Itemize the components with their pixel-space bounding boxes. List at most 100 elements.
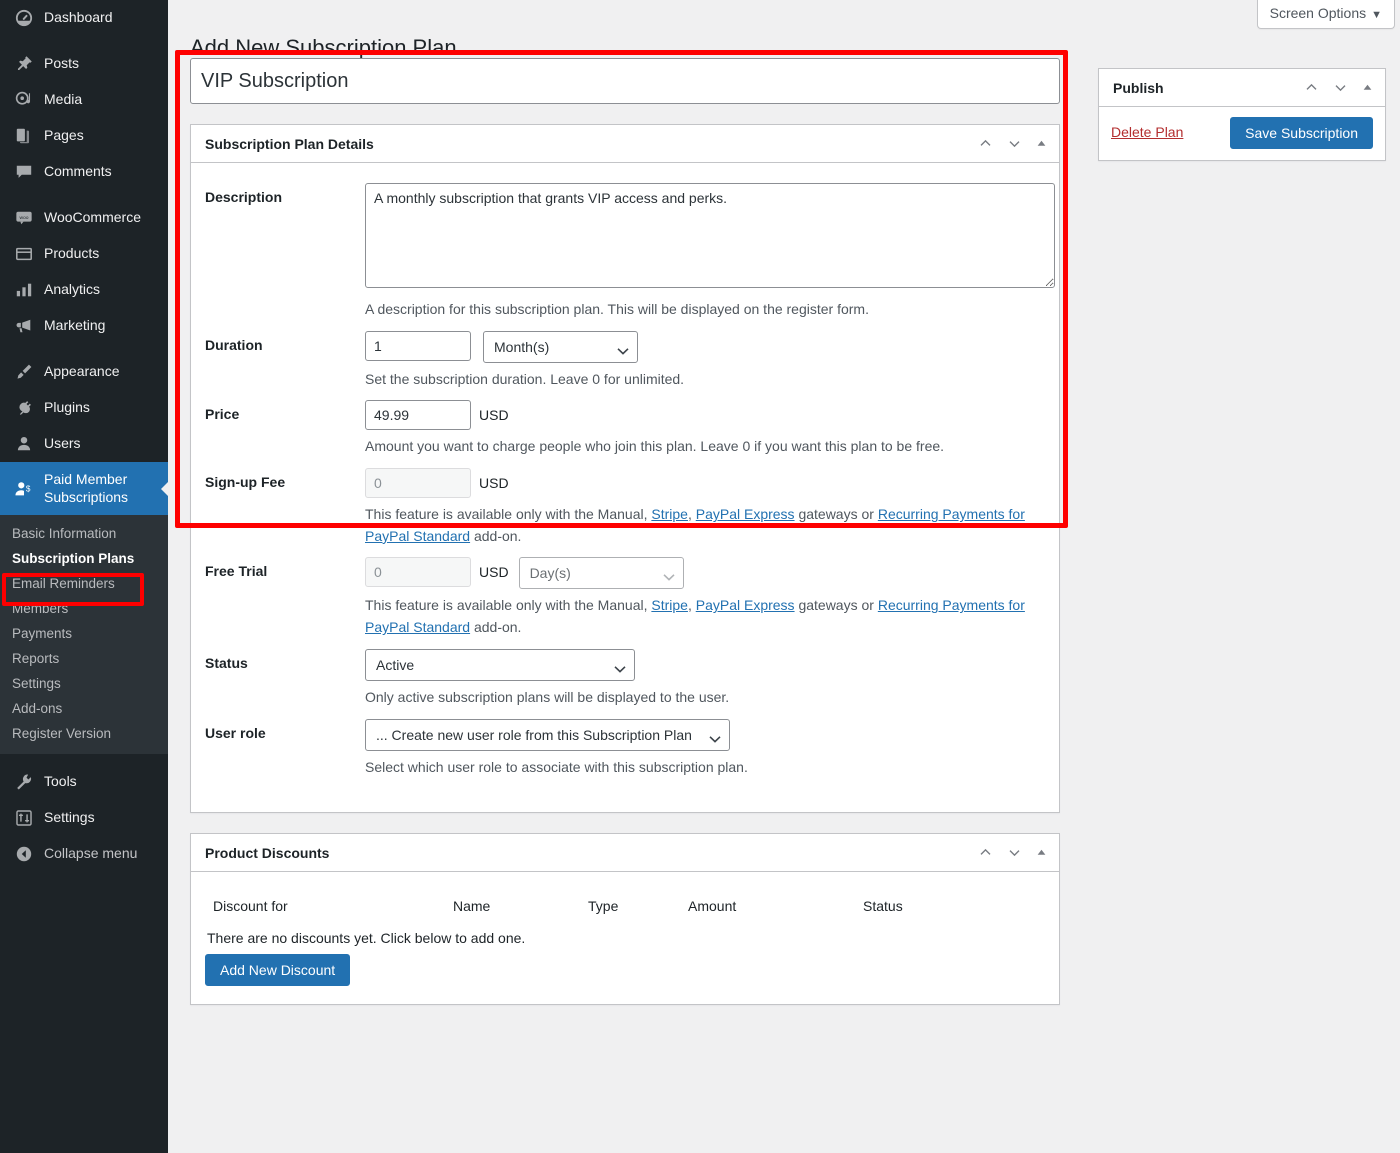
save-subscription-button[interactable]: Save Subscription: [1230, 117, 1373, 149]
status-select-wrap: ActiveInactive: [365, 648, 635, 681]
sidebar-item-products[interactable]: Products: [0, 236, 168, 272]
svg-text:$: $: [26, 484, 31, 493]
duration-label: Duration: [205, 336, 263, 353]
col-type: Type: [588, 898, 619, 915]
sidebar-item-settings[interactable]: Settings: [0, 800, 168, 836]
move-up-icon[interactable]: [978, 845, 993, 860]
move-down-icon[interactable]: [1333, 80, 1348, 95]
sidebar-item-label: Marketing: [44, 317, 106, 334]
sidebar-item-label: Pages: [44, 127, 84, 144]
sidebar-item-tools[interactable]: Tools: [0, 764, 168, 800]
sidebar-item-dashboard[interactable]: Dashboard: [0, 0, 168, 36]
description-textarea[interactable]: [365, 183, 1055, 288]
free-trial-input[interactable]: [365, 557, 471, 588]
sidebar-item-comments[interactable]: Comments: [0, 154, 168, 190]
free-trial-currency-label: USD: [479, 564, 509, 581]
member-dollar-icon: $: [10, 479, 38, 499]
sidebar-item-media[interactable]: Media: [0, 82, 168, 118]
submenu-item-members[interactable]: Members: [0, 596, 168, 621]
price-field: USD Amount you want to charge people who…: [365, 400, 1045, 458]
free-trial-unit-select-wrap: Day(s)Week(s)Month(s)Year(s): [518, 557, 684, 590]
toggle-panel-icon[interactable]: [1036, 138, 1047, 149]
signup-fee-input[interactable]: [365, 468, 471, 499]
paypal-express-link[interactable]: PayPal Express: [696, 597, 795, 613]
free-trial-label: Free Trial: [205, 563, 268, 580]
stripe-link[interactable]: Stripe: [651, 597, 688, 613]
duration-help: Set the subscription duration. Leave 0 f…: [365, 370, 685, 387]
col-discount-for: Discount for: [213, 898, 288, 915]
sidebar-item-label: Posts: [44, 55, 80, 72]
menu-separator: [0, 190, 168, 200]
sidebar-item-pages[interactable]: Pages: [0, 118, 168, 154]
submenu-item-payments[interactable]: Payments: [0, 621, 168, 646]
comment-icon: [10, 163, 38, 181]
sidebar-item-analytics[interactable]: Analytics: [0, 272, 168, 308]
panel-title: Product Discounts: [205, 844, 330, 861]
plan-title-input[interactable]: [190, 58, 1060, 104]
field-row-user-role: User role ... Create new user role from …: [205, 711, 1045, 781]
submenu-item-settings[interactable]: Settings: [0, 671, 168, 696]
paintbrush-icon: [10, 363, 38, 381]
price-input[interactable]: [365, 400, 471, 431]
sidebar-item-label: Paid Member Subscriptions: [44, 471, 129, 505]
user-icon: [10, 435, 38, 453]
stripe-link[interactable]: Stripe: [651, 506, 688, 522]
toggle-panel-icon[interactable]: [1362, 82, 1373, 93]
description-label: Description: [205, 189, 283, 205]
submenu-item-reports[interactable]: Reports: [0, 646, 168, 671]
sidebar-item-label: Comments: [44, 163, 112, 180]
duration-inputs: Day(s)Week(s)Month(s)Year(s): [365, 330, 1045, 363]
signup-fee-currency-label: USD: [479, 475, 509, 492]
panel-handle-actions: [978, 845, 1047, 860]
status-select[interactable]: ActiveInactive: [365, 648, 635, 681]
sidebar-item-label: Media: [44, 91, 83, 108]
duration-input[interactable]: [365, 330, 471, 361]
duration-unit-select[interactable]: Day(s)Week(s)Month(s)Year(s): [483, 330, 638, 363]
menu-separator: [0, 36, 168, 46]
post-body-column: Subscription Plan Details: [190, 58, 1080, 1029]
move-up-icon[interactable]: [978, 136, 993, 151]
pin-icon: [10, 55, 38, 73]
col-name: Name: [453, 898, 491, 915]
move-up-icon[interactable]: [1304, 80, 1319, 95]
delete-action: Delete Plan: [1111, 124, 1183, 142]
panel-header: Product Discounts: [191, 834, 1059, 873]
submenu-item-subscription-plans[interactable]: Subscription Plans: [0, 546, 168, 571]
field-row-free-trial: Free Trial USD Day(s)Week(s)Month(s)Year…: [205, 549, 1045, 640]
signup-fee-field: USD This feature is available only with …: [365, 468, 1045, 547]
sidebar-item-paid-member-subscriptions[interactable]: $ Paid Member Subscriptions: [0, 462, 169, 515]
sidebar-item-posts[interactable]: Posts: [0, 46, 168, 82]
submenu-item-basic-information[interactable]: Basic Information: [0, 521, 168, 546]
sidebar-item-users[interactable]: Users: [0, 426, 168, 462]
free-trial-unit-select[interactable]: Day(s)Week(s)Month(s)Year(s): [518, 557, 684, 590]
panel-body: Description A description for this subsc…: [191, 163, 1059, 812]
help-mid: gateways or: [794, 597, 878, 614]
sidebar-item-appearance[interactable]: Appearance: [0, 354, 168, 390]
help-suffix: add-on.: [470, 527, 522, 544]
user-role-select[interactable]: ... Create new user role from this Subsc…: [365, 718, 730, 751]
delete-plan-link[interactable]: Delete Plan: [1111, 124, 1183, 140]
move-down-icon[interactable]: [1007, 136, 1022, 151]
paypal-express-link[interactable]: PayPal Express: [696, 506, 795, 522]
user-role-field: ... Create new user role from this Subsc…: [365, 718, 1045, 779]
sidebar-item-marketing[interactable]: Marketing: [0, 308, 168, 344]
submenu-item-email-reminders[interactable]: Email Reminders: [0, 571, 168, 596]
sidebar-item-woocommerce[interactable]: woo WooCommerce: [0, 200, 168, 236]
sidebar-item-collapse-menu[interactable]: Collapse menu: [0, 836, 168, 872]
add-new-discount-button[interactable]: Add New Discount: [205, 954, 351, 987]
col-status: Status: [863, 898, 903, 915]
side-column: Publish Delete Plan Save Subscription: [1098, 58, 1386, 161]
field-row-duration: Duration Day(s)Week(s)Month(s)Year(s): [205, 323, 1045, 393]
screen-options-button[interactable]: Screen Options ▼: [1256, 0, 1395, 29]
move-down-icon[interactable]: [1007, 845, 1022, 860]
submenu-item-register-version[interactable]: Register Version: [0, 721, 168, 746]
pages-icon: [10, 127, 38, 145]
duration-unit-select-wrap: Day(s)Week(s)Month(s)Year(s): [483, 330, 638, 363]
sidebar-item-plugins[interactable]: Plugins: [0, 390, 168, 426]
submenu-item-add-ons[interactable]: Add-ons: [0, 696, 168, 721]
field-row-status: Status ActiveInactive Only active subscr…: [205, 641, 1045, 711]
sidebar-item-label: Users: [44, 435, 81, 452]
toggle-panel-icon[interactable]: [1036, 847, 1047, 858]
help-sep: ,: [687, 506, 696, 523]
sidebar-item-label: Dashboard: [44, 9, 113, 26]
